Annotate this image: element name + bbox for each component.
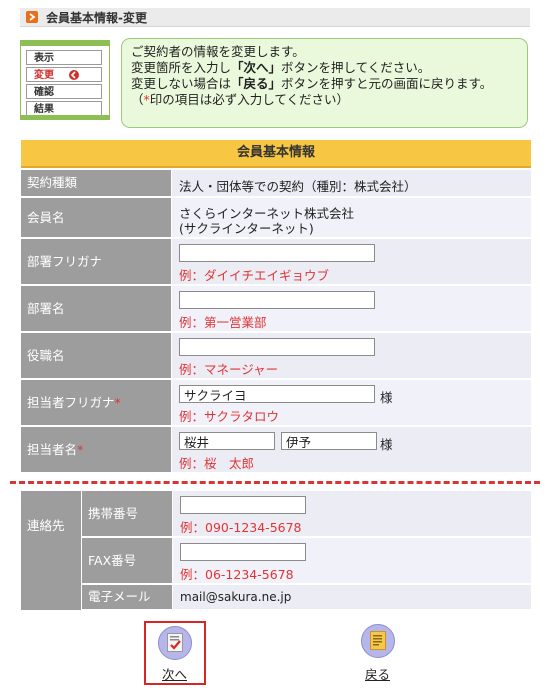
contact-kana-input[interactable] xyxy=(179,385,375,403)
dept-example: 例：第一営業部 xyxy=(179,315,267,330)
document-check-icon xyxy=(167,633,183,652)
member-name-cell: さくらインターネット株式会社 (サクラインターネット) xyxy=(172,198,531,238)
instruction-text: （ xyxy=(131,92,144,107)
table-row-contract-type: 契約種類 法人・団体等での契約（種別：株式会社） xyxy=(21,170,531,197)
position-label: 役職名 xyxy=(21,333,171,379)
next-button[interactable]: 次へ xyxy=(158,626,192,683)
contact-name-label: 担当者名* xyxy=(21,427,171,473)
mobile-example: 例：090-1234-5678 xyxy=(180,520,302,535)
back-button-label[interactable]: 戻る xyxy=(365,664,390,683)
dept-kana-example: 例：ダイイチエイギョウブ xyxy=(179,268,330,283)
table-row-contact-name: 担当者名* 様 例：桜 太郎 xyxy=(21,427,531,473)
instruction-text: 変更しない場合は xyxy=(131,76,232,91)
step-edit-label: 変更 xyxy=(34,70,54,81)
back-button[interactable]: 戻る xyxy=(361,624,395,683)
dept-cell: 例：第一営業部 xyxy=(172,286,531,332)
table-row-member-name: 会員名 さくらインターネット株式会社 (サクラインターネット) xyxy=(21,198,531,238)
contact-name-cell: 様 例：桜 太郎 xyxy=(172,427,531,473)
page-title: 会員基本情報-変更 xyxy=(46,11,147,25)
instruction-text: 変更箇所を入力し xyxy=(131,60,232,75)
dept-input[interactable] xyxy=(179,291,375,309)
email-cell: mail@sakura.ne.jp xyxy=(173,585,531,610)
chevron-right-icon xyxy=(26,11,38,23)
instruction-next-emphasis: 「次へ」 xyxy=(231,60,282,75)
honorific-label: 様 xyxy=(380,437,393,452)
email-label: 電子メール xyxy=(82,585,172,610)
instruction-back-emphasis: 「戻る」 xyxy=(231,76,282,91)
instruction-text: ボタンを押すと元の画面に戻ります。 xyxy=(281,76,493,91)
dept-kana-cell: 例：ダイイチエイギョウブ xyxy=(172,239,531,285)
mobile-input[interactable] xyxy=(180,496,306,514)
instruction-line-2: 変更箇所を入力し「次へ」ボタンを押してください。 xyxy=(131,60,527,76)
dept-kana-input[interactable] xyxy=(179,244,375,262)
member-name-label: 会員名 xyxy=(21,198,171,238)
form-table-title: 会員基本情報 xyxy=(21,140,531,168)
instruction-line-4: （*印の項目は必ず入力してください） xyxy=(131,92,527,108)
page-header: 会員基本情報-変更 xyxy=(20,8,530,27)
position-cell: 例：マネージャー xyxy=(172,333,531,379)
required-mark: * xyxy=(77,442,84,457)
contact-label: 連絡先 xyxy=(21,491,81,610)
arrow-left-icon xyxy=(69,70,79,80)
instruction-line-1: ご契約者の情報を変更します。 xyxy=(131,44,305,59)
step-edit: 変更 xyxy=(26,67,102,82)
honorific-label: 様 xyxy=(380,390,393,405)
table-row-dept: 部署名 例：第一営業部 xyxy=(21,286,531,332)
step-confirm: 確認 xyxy=(26,84,102,99)
position-example: 例：マネージャー xyxy=(179,362,279,377)
required-mark: * xyxy=(114,395,121,410)
table-row-position: 役職名 例：マネージャー xyxy=(21,333,531,379)
step-indicator: 表示 変更 確認 結果 xyxy=(20,40,110,120)
dept-label: 部署名 xyxy=(21,286,171,332)
instruction-box: ご契約者の情報を変更します。 変更箇所を入力し「次へ」ボタンを押してください。 … xyxy=(121,38,528,128)
dept-kana-label: 部署フリガナ xyxy=(21,239,171,285)
contact-name-example: 例：桜 太郎 xyxy=(179,456,255,471)
table-row-dept-kana: 部署フリガナ 例：ダイイチエイギョウブ xyxy=(21,239,531,285)
table-row-contact-kana: 担当者フリガナ* 様 例：サクラタロウ xyxy=(21,380,531,426)
fax-label: FAX番号 xyxy=(82,538,172,584)
step-result: 結果 xyxy=(26,101,102,116)
document-icon xyxy=(370,631,386,650)
email-value: mail@sakura.ne.jp xyxy=(180,590,292,604)
contact-kana-label-text: 担当者フリガナ xyxy=(27,395,115,410)
fax-example: 例：06-1234-5678 xyxy=(180,567,294,582)
contact-name-label-text: 担当者名 xyxy=(27,442,78,457)
last-name-input[interactable] xyxy=(179,432,275,450)
step-panel-top-bar xyxy=(21,41,109,46)
step-view: 表示 xyxy=(26,50,102,65)
member-name-kana-value: (サクラインターネット) xyxy=(179,221,314,236)
position-input[interactable] xyxy=(179,338,375,356)
contact-kana-example: 例：サクラタロウ xyxy=(179,409,280,424)
contract-type-label: 契約種類 xyxy=(21,170,171,197)
contact-kana-label: 担当者フリガナ* xyxy=(21,380,171,426)
fax-input[interactable] xyxy=(180,543,306,561)
contact-kana-cell: 様 例：サクラタロウ xyxy=(172,380,531,426)
mobile-cell: 例：090-1234-5678 xyxy=(173,491,531,537)
instruction-text: ボタンを押してください。 xyxy=(281,60,431,75)
first-name-input[interactable] xyxy=(281,432,377,450)
mobile-label: 携帯番号 xyxy=(82,491,172,537)
next-button-label[interactable]: 次へ xyxy=(162,664,187,683)
instruction-line-3: 変更しない場合は「戻る」ボタンを押すと元の画面に戻ります。 xyxy=(131,76,527,92)
section-divider xyxy=(10,481,540,484)
contract-type-cell: 法人・団体等での契約（種別：株式会社） xyxy=(172,170,531,197)
contract-type-value: 法人・団体等での契約（種別：株式会社） xyxy=(179,179,417,194)
fax-cell: 例：06-1234-5678 xyxy=(173,538,531,584)
step-panel-bottom-bar xyxy=(21,115,109,119)
instruction-text: 印の項目は必ず入力してください） xyxy=(149,92,350,107)
